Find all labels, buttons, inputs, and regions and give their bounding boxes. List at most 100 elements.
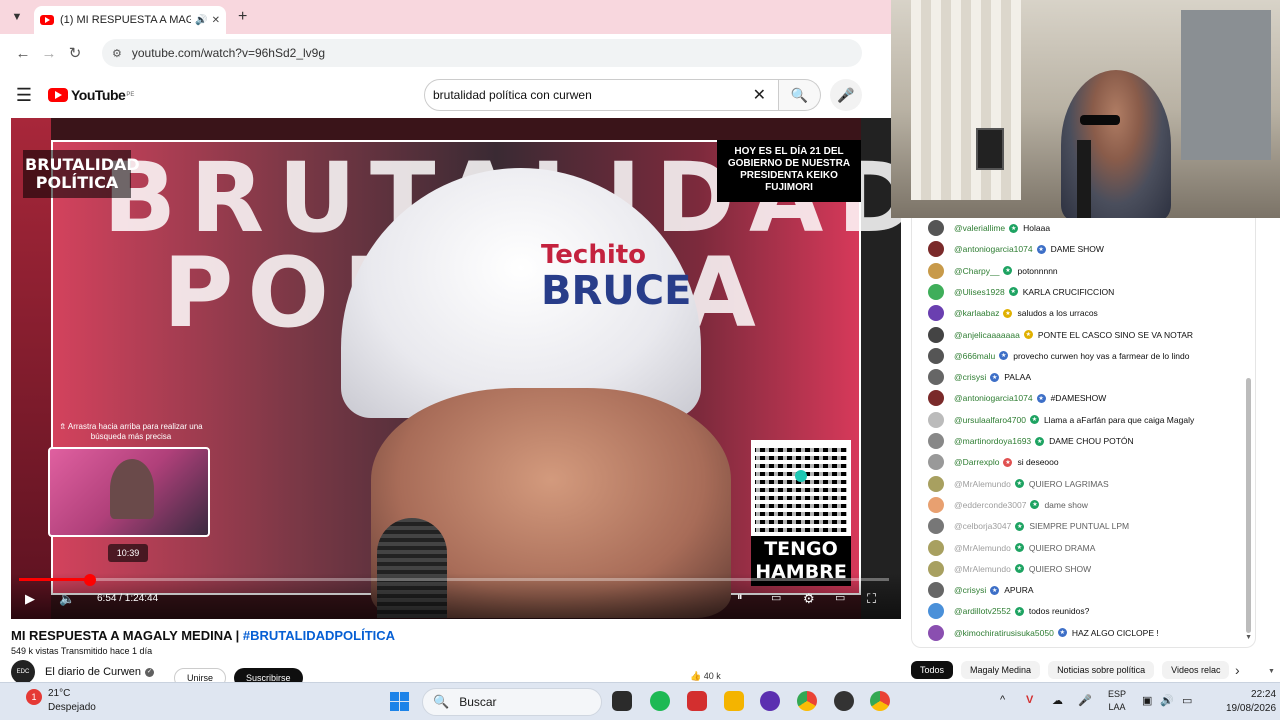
chat-avatar[interactable] <box>928 347 944 364</box>
chat-username[interactable]: @crisysi <box>954 372 986 382</box>
theater-mode-icon[interactable]: ▭ <box>835 591 845 604</box>
chat-username[interactable]: @kimochiratirusisuka5050 <box>954 628 1054 638</box>
chat-avatar[interactable] <box>928 475 944 492</box>
chrome-icon[interactable] <box>797 691 817 711</box>
messenger-icon[interactable] <box>760 691 780 711</box>
obs-icon[interactable] <box>834 691 854 711</box>
file-explorer-icon[interactable] <box>724 691 744 711</box>
chip-2[interactable]: Noticias sobre política <box>1048 661 1155 679</box>
system-clock[interactable]: 22:24 19/08/2026 <box>1226 688 1276 716</box>
chat-avatar[interactable] <box>928 326 944 343</box>
chat-username[interactable]: @anjelicaaaaaaa <box>954 330 1020 340</box>
chat-username[interactable]: @666malu <box>954 351 995 361</box>
chat-username[interactable]: @valeriallime <box>954 223 1005 233</box>
video-player[interactable]: BRUTALIDAD POLÍTICA Techito BRUCE BRUTAL… <box>11 118 901 619</box>
chips-next-chevron-icon[interactable]: › <box>1235 662 1240 678</box>
speaker-icon[interactable]: 🔊 <box>1160 694 1174 707</box>
chip-1[interactable]: Magaly Medina <box>961 661 1041 679</box>
chip-0[interactable]: Todos <box>911 661 954 679</box>
search-input[interactable]: brutalidad política con curwen ✕ <box>424 79 779 111</box>
tray-app-icon[interactable]: V <box>1026 694 1033 706</box>
chat-scrollbar[interactable] <box>1246 378 1251 633</box>
network-icon[interactable]: ▣ <box>1142 694 1152 707</box>
chat-username[interactable]: @edderconde3007 <box>954 500 1026 510</box>
chat-username[interactable]: @karlaabaz <box>954 308 999 318</box>
chat-username[interactable]: @ardillotv2552 <box>954 606 1011 616</box>
battery-icon[interactable]: ▭ <box>1182 694 1192 707</box>
chat-avatar[interactable] <box>928 539 944 556</box>
chat-avatar[interactable] <box>928 518 944 535</box>
chat-username[interactable]: @MrAlemundo <box>954 479 1011 489</box>
task-view-icon[interactable] <box>612 691 632 711</box>
new-tab-button[interactable]: + <box>238 8 247 26</box>
forward-arrow-icon[interactable]: → <box>36 45 62 62</box>
chat-username[interactable]: @MrAlemundo <box>954 564 1011 574</box>
spotify-icon[interactable] <box>650 691 670 711</box>
chat-username[interactable]: @antoniogarcia1074 <box>954 244 1033 254</box>
chat-avatar[interactable] <box>928 496 944 513</box>
reload-icon[interactable]: ↻ <box>62 44 88 62</box>
address-bar[interactable]: ⚙ youtube.com/watch?v=96hSd2_lv9g <box>102 39 862 67</box>
weather-widget[interactable]: 1 21°C Despejado <box>26 687 96 715</box>
chat-avatar[interactable] <box>928 582 944 599</box>
play-icon[interactable]: ▶ <box>25 591 35 607</box>
chat-avatar[interactable] <box>928 433 944 449</box>
chat-avatar[interactable] <box>928 560 944 577</box>
youtube-logo[interactable]: YouTube PE <box>48 87 134 103</box>
tab-close-icon[interactable]: ✕ <box>212 15 220 26</box>
channel-name[interactable]: El diario de Curwen <box>45 666 141 678</box>
chat-username[interactable]: @antoniogarcia1074 <box>954 393 1033 403</box>
video-title-hashtag[interactable]: #BRUTALIDADPOLÍTICA <box>243 628 395 643</box>
menu-icon[interactable]: ☰ <box>0 85 48 106</box>
chat-avatar[interactable] <box>928 305 944 322</box>
chip-3[interactable]: Videos relac <box>1162 661 1230 679</box>
channel-avatar[interactable]: EDC <box>11 660 35 684</box>
live-chat[interactable]: ▼ @valeriallime ★ Holaaa @antoniogarcia1074… <box>911 218 1256 648</box>
chat-username[interactable]: @Ulises1928 <box>954 287 1005 297</box>
chat-username[interactable]: @crisysi <box>954 585 986 595</box>
windows-start-icon[interactable] <box>390 692 409 711</box>
chat-avatar[interactable] <box>928 220 944 236</box>
chat-username[interactable]: @MrAlemundo <box>954 543 1011 553</box>
settings-gear-icon[interactable]: ⚙ <box>803 591 815 607</box>
chat-username[interactable]: @Charpy__ <box>954 266 999 276</box>
tab-search-chevron-icon[interactable]: ▼ <box>0 0 34 34</box>
chat-avatar[interactable] <box>928 624 944 641</box>
scroll-down-arrow-icon[interactable]: ▼ <box>1268 668 1275 675</box>
progress-scrubber[interactable] <box>83 574 96 586</box>
chat-avatar[interactable] <box>928 603 944 620</box>
autoplay-toggle-icon[interactable]: ⏸ <box>737 591 743 604</box>
fullscreen-icon[interactable]: ⛶ <box>867 591 876 607</box>
chat-avatar[interactable] <box>928 241 944 258</box>
like-button[interactable]: 👍 40 k <box>690 671 721 682</box>
search-button[interactable]: 🔍 <box>779 79 821 111</box>
clear-search-icon[interactable]: ✕ <box>753 85 766 105</box>
qr-code-pattern <box>751 440 851 536</box>
tab-youtube[interactable]: (1) MI RESPUESTA A MAGALY 🔊 ✕ <box>34 6 226 34</box>
tray-chevron-icon[interactable]: ^ <box>1000 694 1005 706</box>
chat-avatar[interactable] <box>928 369 944 386</box>
progress-bar[interactable] <box>19 574 889 586</box>
site-info-icon[interactable]: ⚙ <box>112 47 122 60</box>
tray-mic-icon[interactable]: 🎤 <box>1078 694 1092 707</box>
chat-username[interactable]: @celborja3047 <box>954 521 1011 531</box>
tray-cloud-icon[interactable]: ☁ <box>1052 694 1063 707</box>
subtitles-icon[interactable]: ▭ <box>771 591 781 604</box>
volume-icon[interactable]: 🔈 <box>59 591 75 607</box>
chat-scroll-down-icon[interactable]: ▼ <box>1245 634 1252 641</box>
audio-playing-icon[interactable]: 🔊 <box>195 15 207 26</box>
chrome-active-icon[interactable] <box>870 691 890 711</box>
input-language[interactable]: ESP LAA <box>1108 688 1126 714</box>
chat-username[interactable]: @Darrexplo <box>954 457 999 467</box>
voice-search-mic-icon[interactable]: 🎤 <box>830 79 862 111</box>
chat-avatar[interactable] <box>928 411 944 428</box>
chat-avatar[interactable] <box>928 262 944 279</box>
chat-avatar[interactable] <box>928 454 944 471</box>
taskbar-search[interactable]: 🔍 Buscar <box>422 688 602 716</box>
back-arrow-icon[interactable]: ← <box>10 45 36 62</box>
wps-office-icon[interactable] <box>687 691 707 711</box>
chat-username[interactable]: @ursulaalfaro4700 <box>954 415 1026 425</box>
chat-avatar[interactable] <box>928 283 944 300</box>
chat-username[interactable]: @martinordoya1693 <box>954 436 1031 446</box>
chat-avatar[interactable] <box>928 390 944 407</box>
